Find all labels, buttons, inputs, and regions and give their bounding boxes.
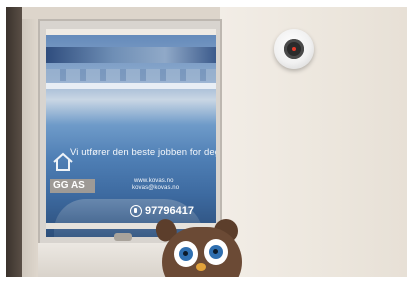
reflected-roofline <box>46 83 216 89</box>
sign-email: kovas@kovas.no <box>132 185 180 191</box>
owl-left-eye <box>174 241 198 267</box>
smoke-detector-led-icon <box>292 47 296 51</box>
owl-beak <box>196 263 206 271</box>
sign-phone-number: 97796417 <box>145 205 194 217</box>
door-edge <box>6 7 22 277</box>
reflected-building <box>46 47 216 63</box>
plush-owl-toy <box>152 216 248 277</box>
smoke-detector-center <box>284 39 304 59</box>
reflected-building-windows <box>46 69 216 81</box>
window-latch <box>114 233 132 241</box>
smoke-detector <box>274 29 314 69</box>
phone-icon <box>130 205 142 217</box>
sign-phone: 97796417 <box>130 205 194 217</box>
photo: Vi utfører den beste jobben for deg GG A… <box>6 7 407 277</box>
wall-top <box>22 7 222 19</box>
owl-right-eye <box>204 239 228 265</box>
window-top-trim <box>46 29 216 35</box>
sign-website: www.kovas.no <box>134 178 174 184</box>
sign-slogan: Vi utfører den beste jobben for deg <box>70 147 216 158</box>
window-glass: Vi utfører den beste jobben for deg GG A… <box>46 29 216 237</box>
sign-company-name: GG AS <box>50 179 95 193</box>
